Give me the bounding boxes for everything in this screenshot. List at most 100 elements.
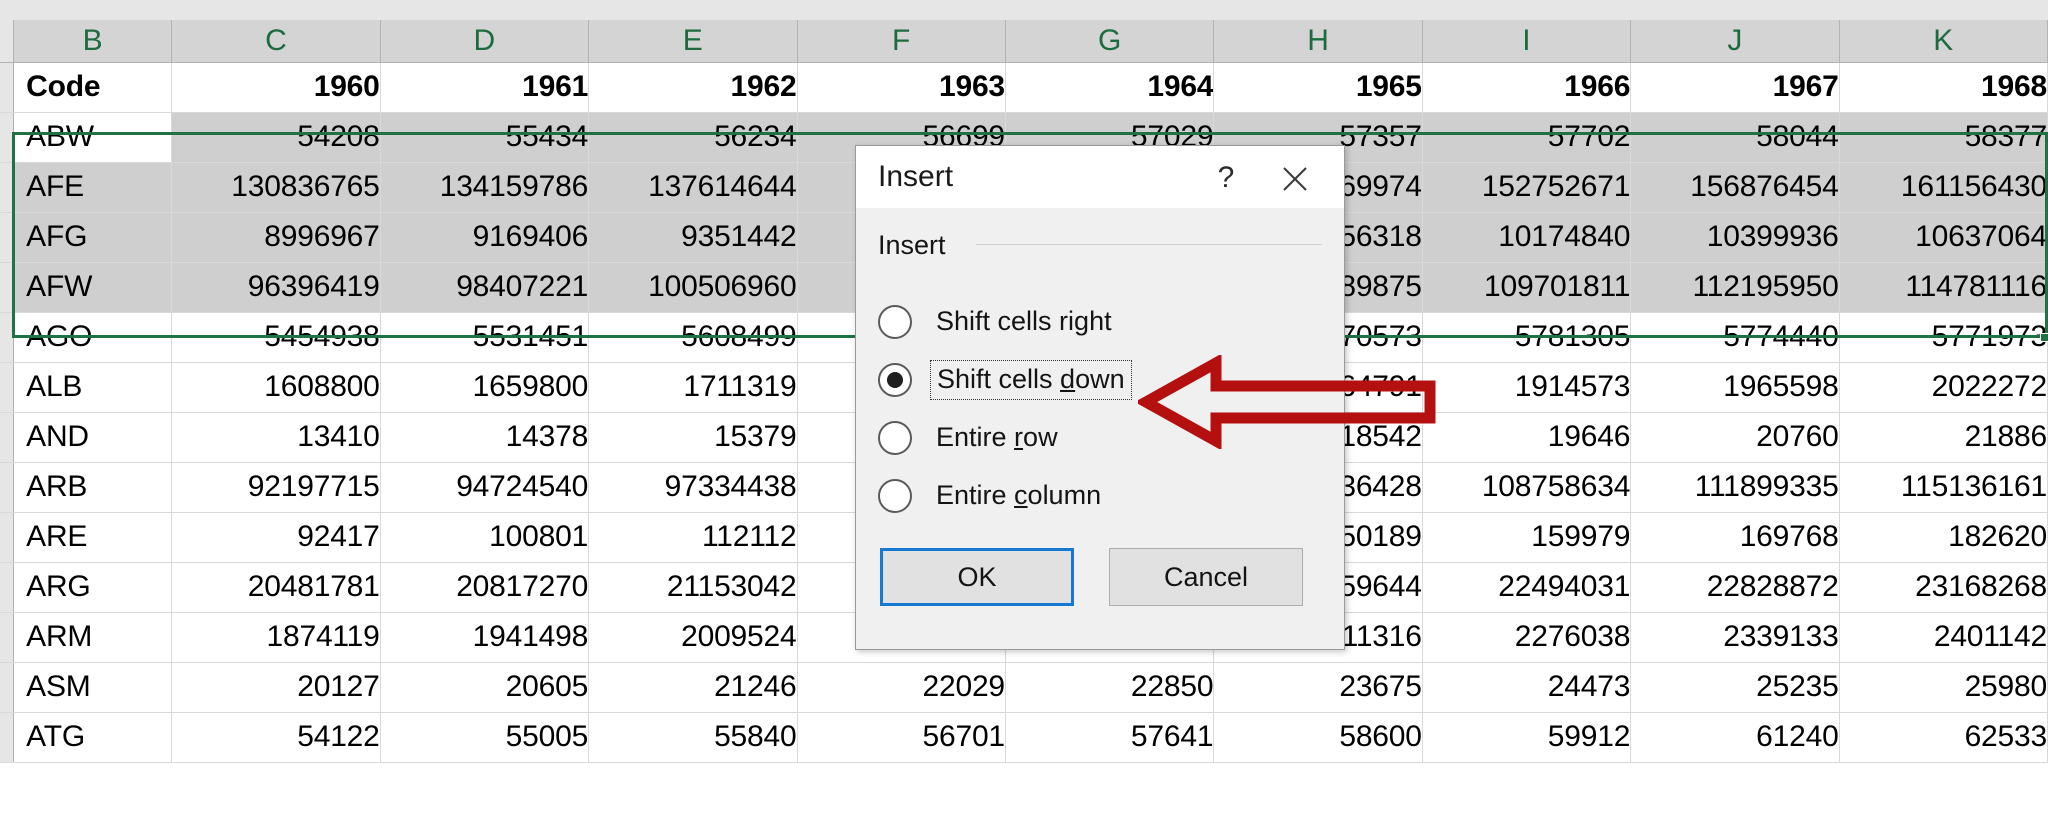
cell-E1[interactable]: 1962 [588,62,798,113]
cell-value[interactable]: 1874119 [171,612,381,663]
cell-value[interactable]: 57641 [1005,712,1215,763]
column-header-H[interactable]: H [1213,20,1423,63]
cell-value[interactable]: 1965598 [1630,362,1840,413]
cell-value[interactable]: 169768 [1630,512,1840,563]
cell-value[interactable]: 2276038 [1422,612,1632,663]
cell-value[interactable]: 20127 [171,662,381,713]
cell-value[interactable]: 1659800 [380,362,590,413]
cell-value[interactable]: 25980 [1839,662,2048,713]
row-stub[interactable] [0,312,15,363]
row-stub[interactable] [0,362,15,413]
cell-code[interactable]: ABW [13,112,173,163]
cell-value[interactable]: 2339133 [1630,612,1840,663]
cell-value[interactable]: 111899335 [1630,462,1840,513]
cell-value[interactable]: 54208 [171,112,381,163]
cell-value[interactable]: 98407221 [380,262,590,313]
row-stub[interactable] [0,62,15,113]
ok-button[interactable]: OK [880,548,1074,606]
cell-value[interactable]: 58377 [1839,112,2048,163]
cell-value[interactable]: 9169406 [380,212,590,263]
cell-value[interactable]: 5781305 [1422,312,1632,363]
column-header-K[interactable]: K [1839,20,2048,63]
cell-code[interactable]: ATG [13,712,173,763]
cell-value[interactable]: 22494031 [1422,562,1632,613]
cell-value[interactable]: 5771973 [1839,312,2048,363]
cell-D1[interactable]: 1961 [380,62,590,113]
cell-value[interactable]: 114781116 [1839,262,2048,313]
cell-value[interactable]: 115136161 [1839,462,2048,513]
cell-value[interactable]: 10174840 [1422,212,1632,263]
insert-dialog[interactable]: Insert ? Insert Shift cells right Shift … [855,145,1345,650]
cell-value[interactable]: 10637064 [1839,212,2048,263]
cell-value[interactable]: 10399936 [1630,212,1840,263]
cell-value[interactable]: 55005 [380,712,590,763]
dialog-title-bar[interactable]: Insert ? [856,146,1344,208]
cell-value[interactable]: 13410 [171,412,381,463]
cell-value[interactable]: 112195950 [1630,262,1840,313]
cell-code[interactable]: ARM [13,612,173,663]
cell-value[interactable]: 94724540 [380,462,590,513]
cell-value[interactable]: 112112 [588,512,798,563]
cell-value[interactable]: 23675 [1213,662,1423,713]
cell-value[interactable]: 2022272 [1839,362,2048,413]
cell-code[interactable]: ASM [13,662,173,713]
cell-value[interactable]: 61240 [1630,712,1840,763]
radio-shift-cells-down[interactable]: Shift cells down [878,358,1132,402]
cell-value[interactable]: 182620 [1839,512,2048,563]
cell-G1[interactable]: 1964 [1005,62,1215,113]
cell-value[interactable]: 2009524 [588,612,798,663]
row-stub[interactable] [0,162,15,213]
cell-value[interactable]: 5454938 [171,312,381,363]
cell-value[interactable]: 25235 [1630,662,1840,713]
cell-value[interactable]: 55434 [380,112,590,163]
column-header-B[interactable]: B [13,20,173,63]
cell-value[interactable]: 8996967 [171,212,381,263]
cell-value[interactable]: 20817270 [380,562,590,613]
cell-code[interactable]: AFG [13,212,173,263]
cell-value[interactable]: 97334438 [588,462,798,513]
cell-value[interactable]: 19646 [1422,412,1632,463]
header-data-row[interactable]: Code 1960 1961 1962 1963 1964 1965 1966 … [0,62,2048,113]
radio-indicator[interactable] [878,363,912,397]
row-stub[interactable] [0,562,15,613]
cell-value[interactable]: 1914573 [1422,362,1632,413]
cell-H1[interactable]: 1965 [1213,62,1423,113]
cell-code[interactable]: ARB [13,462,173,513]
row-stub[interactable] [0,462,15,513]
row-stub[interactable] [0,112,15,163]
row-stub[interactable] [0,712,15,763]
cell-value[interactable]: 20481781 [171,562,381,613]
cell-value[interactable]: 22828872 [1630,562,1840,613]
radio-indicator[interactable] [878,479,912,513]
cell-code[interactable]: AFE [13,162,173,213]
cell-value[interactable]: 58044 [1630,112,1840,163]
cell-value[interactable]: 156876454 [1630,162,1840,213]
cell-value[interactable]: 15379 [588,412,798,463]
row-stub[interactable] [0,212,15,263]
cell-value[interactable]: 134159786 [380,162,590,213]
cell-B1[interactable]: Code [13,62,173,113]
cell-code[interactable]: ARG [13,562,173,613]
cell-I1[interactable]: 1966 [1422,62,1632,113]
cell-value[interactable]: 21246 [588,662,798,713]
row-stub[interactable] [0,412,15,463]
cell-value[interactable]: 57702 [1422,112,1632,163]
column-header-F[interactable]: F [797,20,1006,63]
cell-code[interactable]: ARE [13,512,173,563]
question-mark-icon[interactable]: ? [1204,156,1248,200]
cell-value[interactable]: 62533 [1839,712,2048,763]
row-stub[interactable] [0,512,15,563]
cell-value[interactable]: 58600 [1213,712,1423,763]
column-header-E[interactable]: E [588,20,798,63]
radio-entire-column[interactable]: Entire column [878,474,1107,518]
radio-entire-row[interactable]: Entire row [878,416,1064,460]
column-header-G[interactable]: G [1005,20,1215,63]
cell-value[interactable]: 14378 [380,412,590,463]
cell-value[interactable]: 108758634 [1422,462,1632,513]
cell-value[interactable]: 20760 [1630,412,1840,463]
cell-value[interactable]: 22850 [1005,662,1215,713]
cell-value[interactable]: 21153042 [588,562,798,613]
cell-value[interactable]: 5774440 [1630,312,1840,363]
cell-value[interactable]: 54122 [171,712,381,763]
cell-code[interactable]: AGO [13,312,173,363]
